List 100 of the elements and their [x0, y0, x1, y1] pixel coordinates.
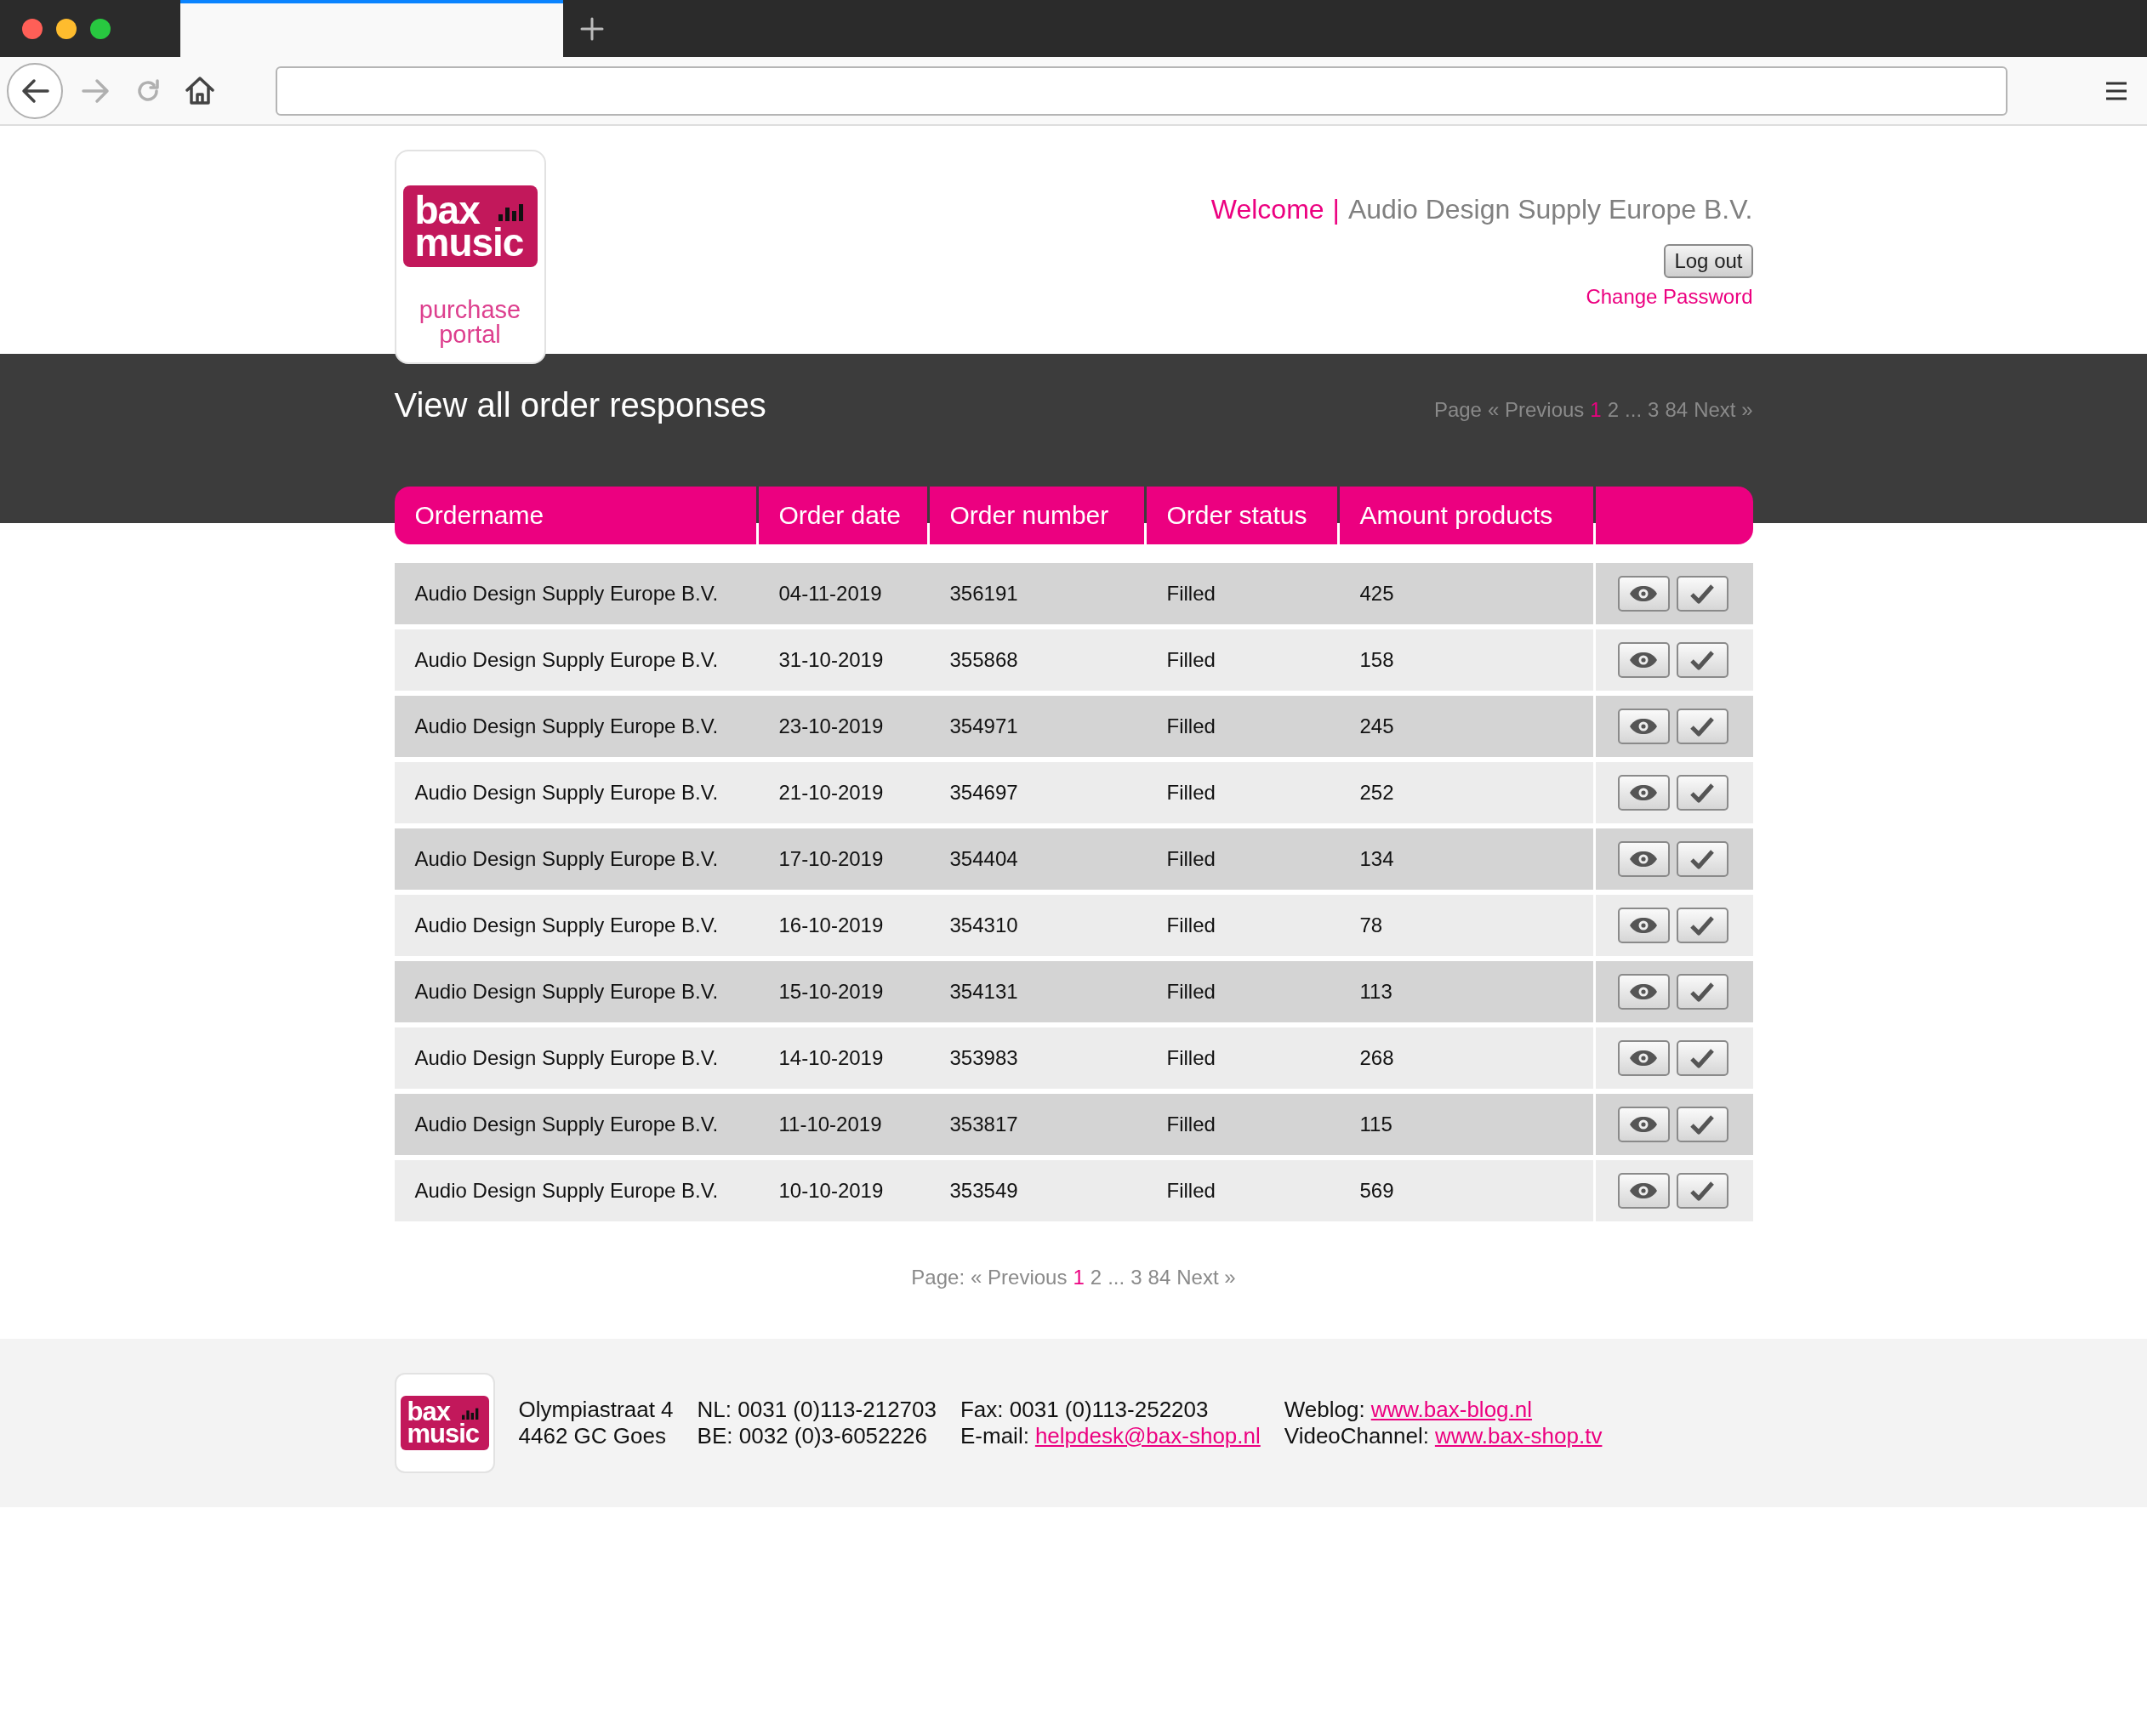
page-link[interactable]: 1	[1073, 1266, 1085, 1289]
page-link[interactable]: 2	[1090, 1266, 1102, 1289]
browser-tab[interactable]	[180, 0, 563, 57]
check-icon	[1690, 783, 1714, 803]
table-cell: 354971	[949, 714, 1018, 738]
confirm-button[interactable]	[1676, 576, 1728, 612]
table-cell: Audio Design Supply Europe B.V.	[414, 847, 719, 871]
logo-card[interactable]: bax music purchase portal	[394, 150, 546, 364]
page-link[interactable]: 3	[1130, 1266, 1142, 1289]
view-button[interactable]	[1617, 841, 1670, 877]
table-cell: Filled	[1166, 648, 1216, 672]
check-icon	[1690, 716, 1714, 737]
footer-text: 4462 GC Goes	[518, 1423, 666, 1449]
table-cell: Audio Design Supply Europe B.V.	[414, 1113, 719, 1136]
table-cell: 569	[1359, 1179, 1394, 1203]
close-window-button[interactable]	[22, 18, 43, 39]
table-cell: 425	[1359, 582, 1394, 606]
table-cell: 04-11-2019	[778, 582, 882, 606]
table-cell: 134	[1359, 847, 1394, 871]
check-icon	[1690, 650, 1714, 670]
minimize-window-button[interactable]	[56, 18, 77, 39]
welcome-text: Welcome	[1210, 194, 1324, 225]
page-link[interactable]: 2	[1607, 398, 1620, 422]
eye-icon	[1629, 983, 1658, 1000]
footer-text: Weblog:	[1284, 1397, 1365, 1423]
confirm-button[interactable]	[1676, 1040, 1728, 1076]
table-cell: 113	[1359, 980, 1392, 1004]
eye-icon	[1629, 718, 1658, 735]
page-link[interactable]: 1	[1590, 398, 1602, 422]
view-button[interactable]	[1617, 642, 1670, 678]
table-cell: 11-10-2019	[778, 1113, 882, 1136]
table-cell: Audio Design Supply Europe B.V.	[414, 1046, 719, 1070]
table-cell: Audio Design Supply Europe B.V.	[414, 582, 719, 606]
page-link[interactable]: ...	[1108, 1266, 1125, 1289]
page-link[interactable]: 84	[1148, 1266, 1171, 1289]
logo-text: bax	[414, 194, 480, 226]
bars-icon	[461, 1406, 479, 1420]
page-link[interactable]: « Previous	[971, 1266, 1068, 1289]
confirm-button[interactable]	[1676, 908, 1728, 943]
table-cell: 355868	[949, 648, 1018, 672]
change-password-link[interactable]: Change Password	[1586, 285, 1753, 309]
footer-text: E-mail:	[960, 1423, 1029, 1449]
check-icon	[1690, 915, 1714, 936]
home-icon[interactable]	[185, 76, 214, 105]
table-cell: 252	[1359, 781, 1394, 805]
page-link[interactable]: ...	[1625, 398, 1643, 422]
table-cell: Filled	[1166, 781, 1216, 805]
separator-text: |	[1332, 194, 1340, 225]
view-button[interactable]	[1617, 775, 1670, 811]
new-tab-icon[interactable]	[580, 16, 604, 41]
confirm-button[interactable]	[1676, 775, 1728, 811]
menu-icon[interactable]	[2104, 80, 2128, 101]
view-button[interactable]	[1617, 908, 1670, 943]
logo-text: music	[414, 226, 524, 259]
logo-text: music	[407, 1423, 480, 1445]
view-button[interactable]	[1617, 576, 1670, 612]
eye-icon	[1629, 1116, 1658, 1133]
view-button[interactable]	[1617, 1173, 1670, 1209]
footer-link[interactable]: www.bax-blog.nl	[1370, 1397, 1532, 1423]
eye-icon	[1629, 1050, 1658, 1067]
back-arrow-icon	[20, 77, 49, 104]
footer-text: Fax: 0031 (0)113-252203	[960, 1397, 1209, 1423]
confirm-button[interactable]	[1676, 841, 1728, 877]
eye-icon	[1629, 784, 1658, 801]
column-header: Order number	[929, 487, 1144, 544]
table-cell: Filled	[1166, 714, 1216, 738]
table-cell: 23-10-2019	[778, 714, 884, 738]
table-cell: 16-10-2019	[778, 914, 884, 937]
table-cell: 354131	[949, 980, 1018, 1004]
table-cell: 17-10-2019	[778, 847, 884, 871]
page-link[interactable]: 3	[1648, 398, 1660, 422]
table-cell: 353549	[949, 1179, 1018, 1203]
page-link[interactable]: Next »	[1694, 398, 1753, 422]
logout-button[interactable]: Log out	[1664, 244, 1753, 278]
view-button[interactable]	[1617, 709, 1670, 744]
view-button[interactable]	[1617, 1040, 1670, 1076]
eye-icon	[1629, 585, 1658, 602]
confirm-button[interactable]	[1676, 974, 1728, 1010]
table-cell: Filled	[1166, 1046, 1216, 1070]
footer-link[interactable]: helpdesk@bax-shop.nl	[1034, 1423, 1261, 1449]
footer-text: Olympiastraat 4	[518, 1397, 674, 1423]
page-link[interactable]: Next »	[1176, 1266, 1236, 1289]
confirm-button[interactable]	[1676, 1107, 1728, 1142]
maximize-window-button[interactable]	[90, 18, 111, 39]
confirm-button[interactable]	[1676, 1173, 1728, 1209]
confirm-button[interactable]	[1676, 709, 1728, 744]
table-cell: Audio Design Supply Europe B.V.	[414, 714, 719, 738]
confirm-button[interactable]	[1676, 642, 1728, 678]
table-cell: Filled	[1166, 847, 1216, 871]
footer-link[interactable]: www.bax-shop.tv	[1434, 1423, 1603, 1449]
table-cell: 115	[1359, 1113, 1392, 1136]
page-link[interactable]: « Previous	[1487, 398, 1585, 422]
table-cell: Filled	[1166, 1179, 1216, 1203]
logo-text: bax	[407, 1401, 450, 1423]
view-button[interactable]	[1617, 974, 1670, 1010]
table-cell: 268	[1359, 1046, 1394, 1070]
page-link[interactable]: 84	[1665, 398, 1689, 422]
page-title: View all order responses	[394, 386, 766, 424]
eye-icon	[1629, 851, 1658, 868]
view-button[interactable]	[1617, 1107, 1670, 1142]
